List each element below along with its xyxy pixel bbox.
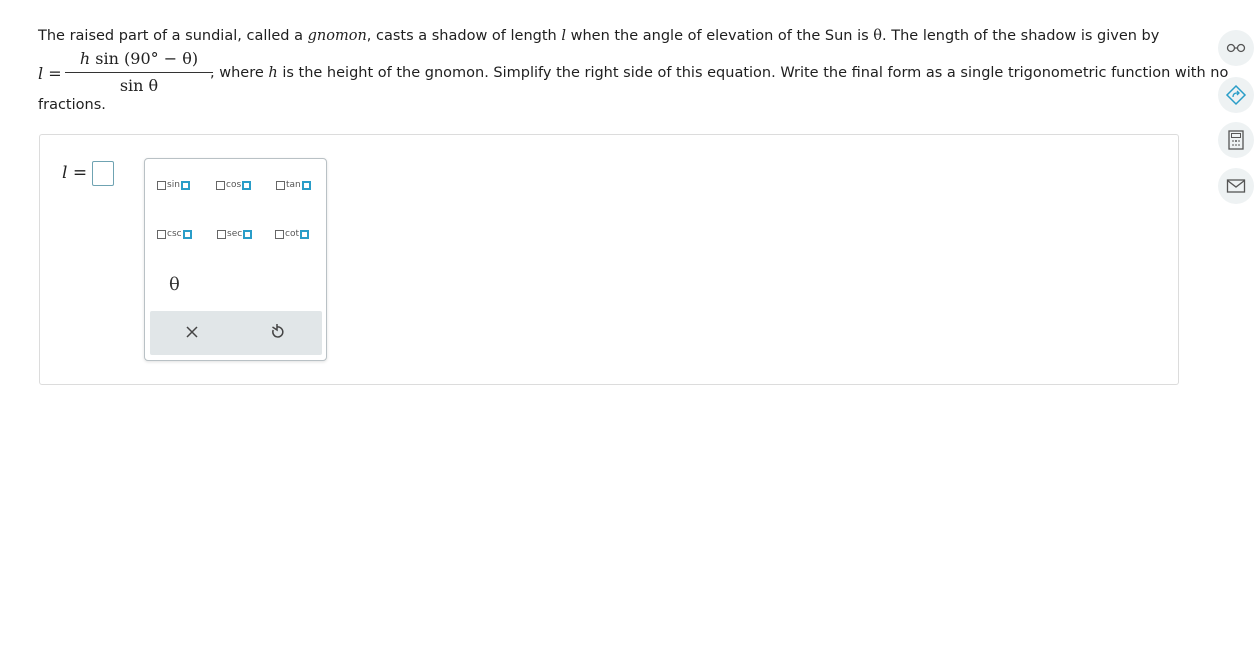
clear-button[interactable] — [185, 322, 199, 348]
sec-label: sec — [227, 229, 243, 239]
undo-icon — [272, 324, 284, 338]
sin-button[interactable]: sin — [157, 180, 190, 190]
var-theta: θ — [873, 28, 883, 44]
sin-label: sin — [167, 180, 180, 190]
math-palette: sin cos tan csc sec cot θ — [144, 158, 327, 361]
hint-icon — [1225, 84, 1247, 106]
calculator-button[interactable] — [1218, 122, 1254, 158]
fraction-denominator: sin θ — [119, 76, 159, 95]
glasses-icon — [1226, 43, 1246, 53]
csc-button[interactable]: csc — [157, 229, 192, 239]
hint-button[interactable] — [1218, 77, 1254, 113]
cos-button[interactable]: cos — [216, 180, 252, 190]
gnomon-term: gnomon — [307, 28, 367, 44]
theta-button[interactable]: θ — [169, 274, 180, 295]
undo-button[interactable] — [269, 322, 285, 348]
answer-input[interactable] — [92, 161, 114, 186]
fraction-numerator: h sin (90° − θ) — [79, 49, 199, 68]
answer-label: l = — [62, 163, 88, 183]
palette-footer — [150, 311, 322, 355]
equation-fraction: h sin (90° − θ) sin θ — [65, 48, 213, 96]
tan-button[interactable]: tan — [276, 180, 311, 190]
sec-button[interactable]: sec — [217, 229, 253, 239]
glasses-button[interactable] — [1218, 30, 1254, 66]
question-line-3: fractions. — [38, 97, 106, 113]
equation-tail-text: , where h is the height of the gnomon. S… — [210, 65, 1229, 81]
mail-button[interactable] — [1218, 168, 1254, 204]
equation-lhs: l = — [38, 64, 62, 83]
equation-row: l = h sin (90° − θ) sin θ , where h is t… — [38, 48, 1228, 98]
csc-label: csc — [167, 229, 182, 239]
question-line-1: The raised part of a sundial, called a g… — [38, 28, 1160, 44]
fraction-bar — [65, 72, 213, 73]
tan-label: tan — [286, 180, 301, 190]
answer-area: l = sin cos tan csc sec cot θ — [39, 134, 1179, 385]
close-icon — [186, 326, 198, 338]
cot-label: cot — [285, 229, 299, 239]
mail-icon — [1226, 179, 1246, 193]
cot-button[interactable]: cot — [275, 229, 309, 239]
calculator-icon — [1228, 130, 1244, 150]
cos-label: cos — [226, 180, 242, 190]
